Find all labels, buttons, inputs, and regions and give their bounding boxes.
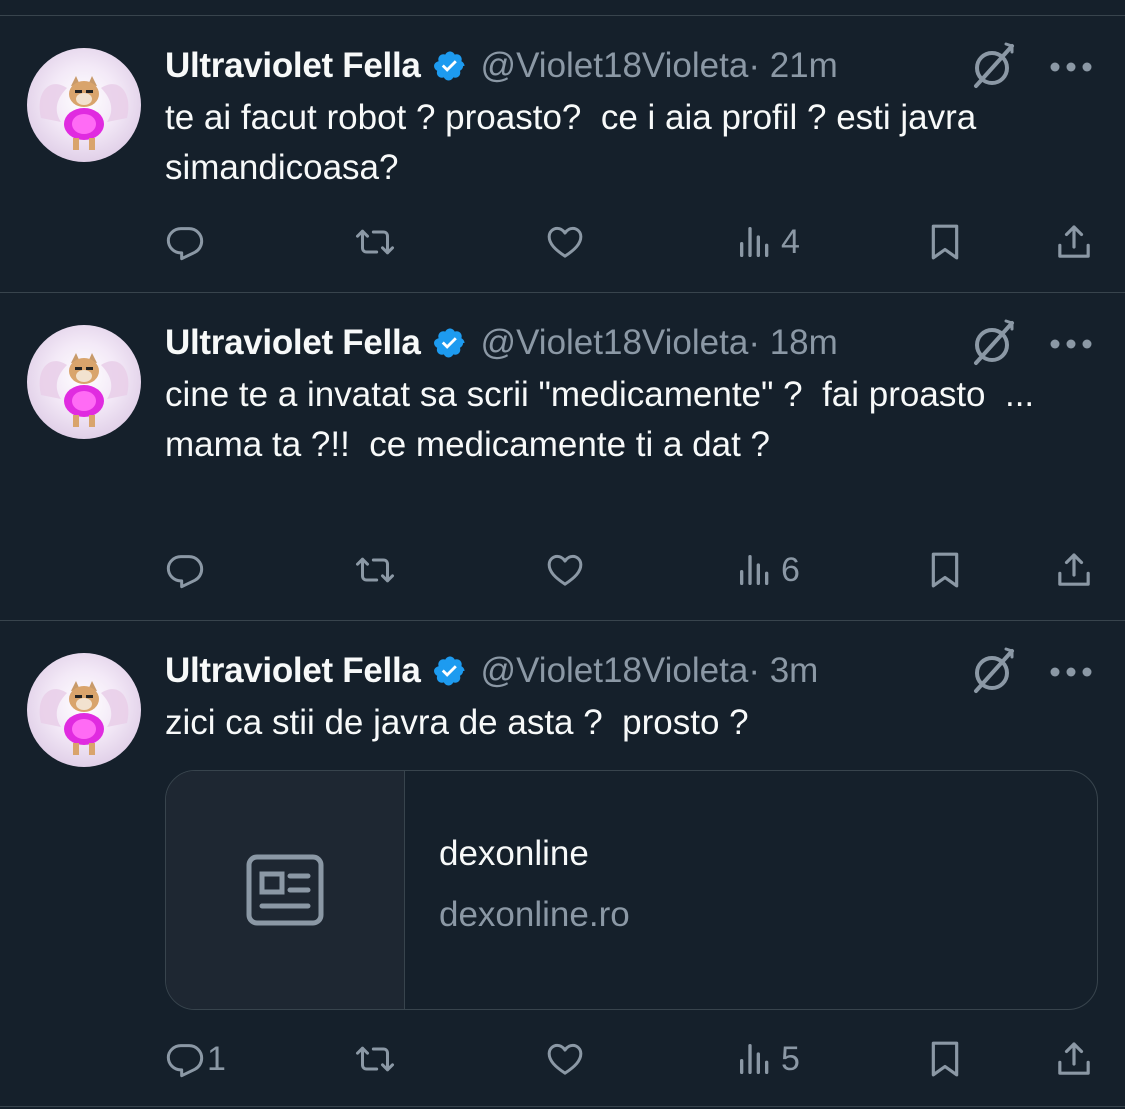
share-icon	[1054, 1039, 1094, 1079]
share-icon	[1054, 550, 1094, 590]
bookmark-icon	[925, 550, 965, 590]
tweet-text: zici ca stii de javra de asta ? prosto ?	[165, 703, 749, 742]
share-button[interactable]	[1054, 217, 1094, 267]
view-count: 6	[781, 550, 800, 589]
reply-icon	[165, 1039, 205, 1079]
bookmark-icon	[925, 1039, 965, 1079]
bookmark-button[interactable]	[925, 217, 965, 267]
divider	[0, 620, 1125, 621]
timestamp[interactable]: · 3m	[748, 651, 818, 691]
share-button[interactable]	[1054, 545, 1094, 595]
display-name[interactable]: Ultraviolet Fella	[165, 46, 421, 86]
link-preview-card[interactable]: dexonline dexonline.ro	[165, 770, 1098, 1010]
verified-badge-icon[interactable]	[433, 49, 467, 83]
views-icon	[735, 222, 775, 262]
views-button[interactable]: 5	[735, 1034, 800, 1084]
retweet-icon	[355, 222, 395, 262]
bottom-divider	[0, 1106, 1125, 1107]
card-thumbnail	[166, 771, 405, 1009]
like-button[interactable]	[545, 217, 585, 267]
tweet-header: Ultraviolet Fella @Violet18Violeta · 21m	[165, 46, 838, 86]
retweet-icon	[355, 1039, 395, 1079]
like-button[interactable]	[545, 545, 585, 595]
verified-badge-icon[interactable]	[433, 654, 467, 688]
reply-button[interactable]	[165, 545, 211, 595]
user-handle[interactable]: @Violet18Violeta	[481, 323, 749, 363]
avatar[interactable]	[27, 48, 141, 162]
timestamp[interactable]: · 18m	[748, 323, 837, 363]
views-icon	[735, 550, 775, 590]
views-button[interactable]: 4	[735, 217, 800, 267]
bookmark-button[interactable]	[925, 545, 965, 595]
view-count: 4	[781, 222, 800, 261]
grok-icon[interactable]	[968, 40, 1020, 92]
tweet-header: Ultraviolet Fella @Violet18Violeta · 3m	[165, 651, 818, 691]
like-icon	[545, 1039, 585, 1079]
retweet-button[interactable]	[355, 1034, 395, 1084]
more-icon[interactable]	[1048, 665, 1094, 679]
timestamp[interactable]: · 21m	[748, 46, 837, 86]
avatar[interactable]	[27, 325, 141, 439]
verified-badge-icon[interactable]	[433, 326, 467, 360]
action-bar: 1 5	[0, 1034, 1125, 1084]
reply-count: 1	[207, 1039, 226, 1078]
avatar[interactable]	[27, 653, 141, 767]
like-icon	[545, 222, 585, 262]
card-title: dexonline	[439, 834, 589, 873]
article-icon	[246, 854, 324, 926]
tweet[interactable]: Ultraviolet Fella @Violet18Violeta · 18m…	[0, 293, 1125, 620]
share-button[interactable]	[1054, 1034, 1094, 1084]
card-domain: dexonline.ro	[439, 895, 630, 934]
retweet-button[interactable]	[355, 545, 395, 595]
reply-button[interactable]: 1	[165, 1034, 226, 1084]
tweet[interactable]: Ultraviolet Fella @Violet18Violeta · 21m…	[0, 16, 1125, 292]
tweet-text: cine te a invatat sa scrii "medicamente"…	[165, 375, 1035, 464]
reply-icon	[165, 222, 205, 262]
action-bar: 6	[0, 545, 1125, 595]
reply-button[interactable]	[165, 217, 211, 267]
retweet-button[interactable]	[355, 217, 395, 267]
user-handle[interactable]: @Violet18Violeta	[481, 46, 749, 86]
like-icon	[545, 550, 585, 590]
like-button[interactable]	[545, 1034, 585, 1084]
views-icon	[735, 1039, 775, 1079]
grok-icon[interactable]	[968, 317, 1020, 369]
user-handle[interactable]: @Violet18Violeta	[481, 651, 749, 691]
retweet-icon	[355, 550, 395, 590]
view-count: 5	[781, 1039, 800, 1078]
share-icon	[1054, 222, 1094, 262]
display-name[interactable]: Ultraviolet Fella	[165, 651, 421, 691]
reply-icon	[165, 550, 205, 590]
more-icon[interactable]	[1048, 60, 1094, 74]
tweet-text: te ai facut robot ? proasto? ce i aia pr…	[165, 98, 987, 187]
views-button[interactable]: 6	[735, 545, 800, 595]
tweet-header: Ultraviolet Fella @Violet18Violeta · 18m	[165, 323, 838, 363]
display-name[interactable]: Ultraviolet Fella	[165, 323, 421, 363]
grok-icon[interactable]	[968, 645, 1020, 697]
bookmark-button[interactable]	[925, 1034, 965, 1084]
action-bar: 4	[0, 217, 1125, 267]
more-icon[interactable]	[1048, 337, 1094, 351]
bookmark-icon	[925, 222, 965, 262]
